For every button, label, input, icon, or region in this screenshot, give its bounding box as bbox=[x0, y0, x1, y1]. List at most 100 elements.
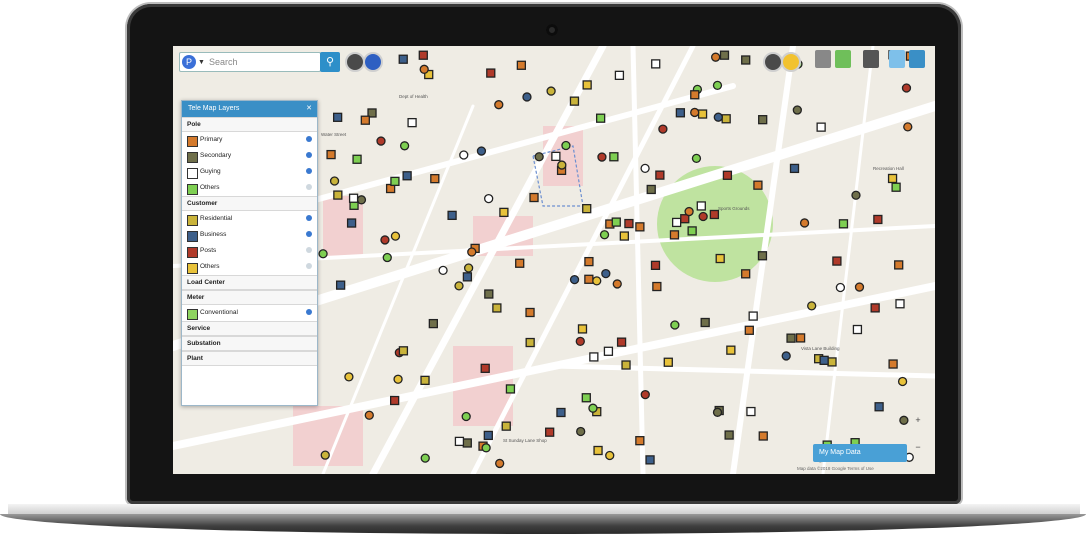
layer-toggle[interactable] bbox=[306, 184, 312, 190]
map-marker-icon[interactable] bbox=[592, 276, 602, 286]
map-marker-icon[interactable] bbox=[575, 336, 585, 346]
map-marker-icon[interactable] bbox=[612, 279, 622, 289]
map-marker-icon[interactable] bbox=[344, 372, 354, 382]
map-marker-icon[interactable] bbox=[645, 455, 655, 465]
map-marker-icon[interactable] bbox=[382, 252, 392, 263]
map-marker-icon[interactable] bbox=[505, 384, 516, 394]
map-marker-icon[interactable] bbox=[827, 357, 837, 367]
layer-toggle[interactable] bbox=[306, 136, 312, 142]
map-marker-icon[interactable] bbox=[420, 453, 430, 463]
map-marker-icon[interactable] bbox=[561, 140, 571, 151]
map-marker-icon[interactable] bbox=[873, 214, 883, 225]
layers-icon[interactable] bbox=[815, 50, 831, 68]
map-marker-icon[interactable] bbox=[399, 141, 410, 151]
layer-section[interactable]: Substation bbox=[182, 336, 317, 351]
map-marker-icon[interactable] bbox=[494, 100, 504, 110]
map-marker-icon[interactable] bbox=[741, 269, 751, 279]
map-marker-icon[interactable] bbox=[551, 151, 561, 162]
map-marker-icon[interactable] bbox=[326, 149, 336, 160]
map-marker-icon[interactable] bbox=[515, 258, 525, 268]
map-marker-icon[interactable] bbox=[758, 431, 768, 441]
map-marker-icon[interactable] bbox=[484, 193, 494, 204]
map-marker-icon[interactable] bbox=[614, 70, 625, 80]
map-marker-icon[interactable] bbox=[635, 436, 645, 446]
map-marker-icon[interactable] bbox=[624, 218, 634, 229]
layer-toggle[interactable] bbox=[306, 168, 312, 174]
map-marker-icon[interactable] bbox=[838, 219, 849, 229]
map-marker-icon[interactable] bbox=[640, 389, 650, 400]
layer-item[interactable]: Conventional bbox=[182, 305, 317, 321]
map-marker-icon[interactable] bbox=[690, 90, 700, 100]
map-marker-icon[interactable] bbox=[492, 303, 502, 313]
map-marker-icon[interactable] bbox=[887, 173, 898, 184]
map-marker-icon[interactable] bbox=[690, 107, 700, 118]
map-marker-icon[interactable] bbox=[741, 55, 751, 65]
map-marker-icon[interactable] bbox=[332, 112, 343, 122]
map-marker-icon[interactable] bbox=[486, 68, 496, 78]
map-marker-icon[interactable] bbox=[483, 430, 493, 441]
map-marker-icon[interactable] bbox=[652, 281, 662, 292]
map-marker-icon[interactable] bbox=[672, 217, 682, 228]
map-marker-icon[interactable] bbox=[819, 355, 829, 365]
map-marker-icon[interactable] bbox=[781, 351, 791, 361]
map-marker-icon[interactable] bbox=[499, 207, 509, 218]
map-marker-icon[interactable] bbox=[599, 230, 610, 240]
map-marker-icon[interactable] bbox=[675, 108, 686, 118]
map-marker-icon[interactable] bbox=[376, 136, 386, 146]
map-marker-icon[interactable] bbox=[635, 222, 645, 232]
map-marker-icon[interactable] bbox=[601, 268, 611, 279]
map-marker-icon[interactable] bbox=[807, 301, 817, 311]
map-marker-icon[interactable] bbox=[525, 307, 535, 318]
map-marker-icon[interactable] bbox=[616, 337, 627, 347]
map-marker-icon[interactable] bbox=[894, 260, 904, 270]
map-marker-icon[interactable] bbox=[581, 393, 591, 403]
map-marker-icon[interactable] bbox=[557, 160, 567, 170]
map-marker-icon[interactable] bbox=[320, 450, 330, 460]
zoom-in-button[interactable]: + bbox=[915, 415, 920, 425]
map-marker-icon[interactable] bbox=[364, 410, 374, 420]
map-marker-icon[interactable] bbox=[687, 226, 697, 236]
layer-section[interactable]: Meter bbox=[182, 290, 317, 305]
map-marker-icon[interactable] bbox=[816, 122, 826, 132]
map-marker-icon[interactable] bbox=[832, 256, 842, 266]
chevron-down-icon[interactable]: ▼ bbox=[198, 59, 205, 66]
map-marker-icon[interactable] bbox=[709, 209, 720, 220]
map-marker-icon[interactable] bbox=[481, 443, 491, 453]
map-icon[interactable] bbox=[835, 50, 851, 68]
map-marker-icon[interactable] bbox=[534, 152, 544, 162]
map-marker-icon[interactable] bbox=[658, 124, 668, 134]
map-marker-icon[interactable] bbox=[569, 274, 580, 285]
map-marker-icon[interactable] bbox=[891, 182, 901, 192]
map-marker-icon[interactable] bbox=[851, 190, 861, 200]
map-marker-icon[interactable] bbox=[611, 217, 621, 227]
map-marker-icon[interactable] bbox=[582, 204, 592, 214]
map-marker-icon[interactable] bbox=[454, 436, 465, 447]
search-input[interactable]: P ▼ Search bbox=[179, 52, 321, 72]
map-marker-icon[interactable] bbox=[352, 154, 362, 164]
map-marker-icon[interactable] bbox=[402, 171, 412, 181]
map-marker-icon[interactable] bbox=[420, 375, 430, 385]
layer-item[interactable]: Posts bbox=[182, 243, 317, 259]
map-marker-icon[interactable] bbox=[398, 54, 408, 64]
layer-toggle[interactable] bbox=[306, 247, 312, 253]
map-marker-icon[interactable] bbox=[605, 450, 615, 461]
map-marker-icon[interactable] bbox=[428, 318, 438, 329]
map-marker-icon[interactable] bbox=[454, 281, 464, 291]
map-marker-icon[interactable] bbox=[597, 152, 607, 162]
map-marker-icon[interactable] bbox=[712, 80, 723, 91]
layer-section[interactable]: Customer bbox=[182, 196, 317, 211]
map-marker-icon[interactable] bbox=[546, 86, 556, 96]
map-marker-icon[interactable] bbox=[901, 83, 912, 93]
map-marker-icon[interactable] bbox=[390, 231, 401, 241]
map-marker-icon[interactable] bbox=[697, 109, 708, 119]
layer-item[interactable]: Secondary bbox=[182, 148, 317, 164]
map-marker-icon[interactable] bbox=[835, 282, 846, 293]
map-marker-icon[interactable] bbox=[545, 427, 555, 437]
map-marker-icon[interactable] bbox=[795, 333, 806, 343]
close-icon[interactable]: ✕ bbox=[306, 101, 312, 117]
map-marker-icon[interactable] bbox=[346, 218, 357, 228]
map-marker-icon[interactable] bbox=[419, 64, 429, 74]
map-marker-icon[interactable] bbox=[447, 210, 457, 221]
layer-item[interactable]: Residential bbox=[182, 211, 317, 227]
map-marker-icon[interactable] bbox=[584, 256, 594, 267]
